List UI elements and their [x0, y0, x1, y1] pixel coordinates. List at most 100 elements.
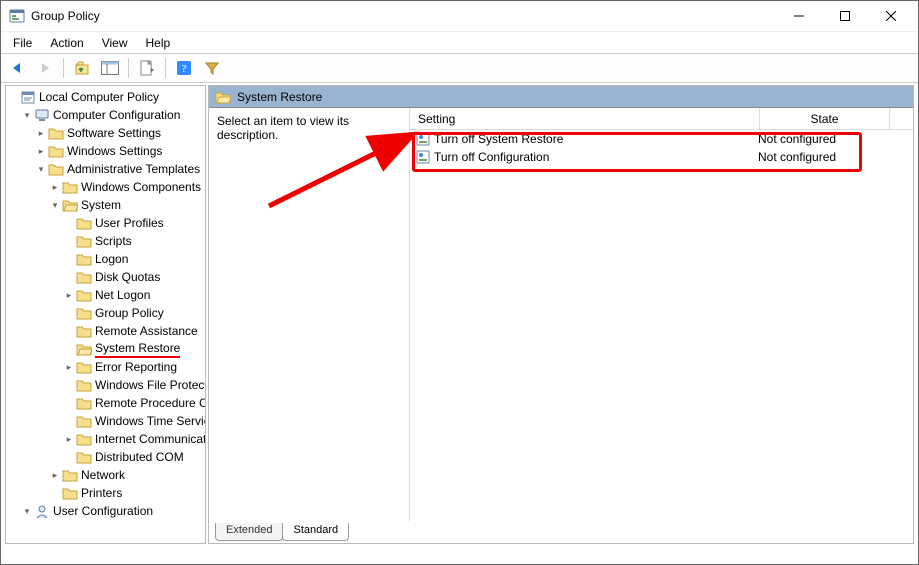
toolbar-separator	[165, 58, 166, 78]
tree-item-computer-configuration[interactable]: ▾ Computer Configuration	[6, 106, 205, 124]
tree-item-system[interactable]: ▾ System	[6, 196, 205, 214]
tree-item-software-settings[interactable]: ▸ Software Settings	[6, 124, 205, 142]
column-header-setting[interactable]: Setting	[410, 108, 760, 129]
tree-label: Windows Time Service	[95, 414, 206, 428]
content-header: System Restore	[209, 86, 913, 108]
tree-label: Windows Settings	[67, 144, 162, 158]
computer-icon	[34, 107, 50, 123]
tree-label: Administrative Templates	[67, 162, 200, 176]
tree-label: User Profiles	[95, 216, 164, 230]
folder-open-icon	[215, 90, 231, 104]
expand-toggle[interactable]: ▸	[62, 362, 76, 373]
settings-list: Setting State Turn off System Restore No…	[409, 108, 913, 521]
user-icon	[34, 503, 50, 519]
folder-icon	[76, 215, 92, 231]
expand-toggle[interactable]: ▾	[34, 164, 48, 175]
expand-toggle[interactable]: ▾	[20, 110, 34, 121]
folder-icon	[48, 161, 64, 177]
tree-item-logon[interactable]: Logon	[6, 250, 205, 268]
folder-icon	[62, 485, 78, 501]
menu-help[interactable]: Help	[138, 34, 179, 52]
svg-text:?: ?	[182, 63, 187, 75]
tree-item-user-configuration[interactable]: ▾ User Configuration	[6, 502, 205, 520]
tree-label: Group Policy	[95, 306, 164, 320]
tree-item-remote-proc[interactable]: Remote Procedure Call	[6, 394, 205, 412]
folder-icon	[76, 233, 92, 249]
up-button[interactable]	[70, 56, 94, 80]
tree-item-admin-templates[interactable]: ▾ Administrative Templates	[6, 160, 205, 178]
policy-root-icon	[20, 89, 36, 105]
folder-icon	[76, 251, 92, 267]
folder-icon	[76, 413, 92, 429]
content-pane: System Restore Select an item to view it…	[208, 85, 914, 544]
tree-label: Network	[81, 468, 125, 482]
list-item[interactable]: Turn off Configuration Not configured	[410, 148, 913, 166]
help-button[interactable]: ?	[172, 56, 196, 80]
tree-label: Windows Components	[81, 180, 201, 194]
description-panel: Select an item to view its description.	[209, 108, 409, 521]
folder-icon	[62, 467, 78, 483]
menu-action[interactable]: Action	[42, 34, 91, 52]
expand-toggle[interactable]: ▸	[48, 470, 62, 481]
minimize-button[interactable]	[776, 1, 822, 31]
tab-standard[interactable]: Standard	[282, 523, 349, 541]
tree-pane[interactable]: Local Computer Policy ▾ Computer Configu…	[5, 85, 206, 544]
tree-label: Net Logon	[95, 288, 150, 302]
tree-label: Printers	[81, 486, 122, 500]
tree-item-remote-assistance[interactable]: Remote Assistance	[6, 322, 205, 340]
folder-icon	[76, 449, 92, 465]
tree-item-windows-time[interactable]: Windows Time Service	[6, 412, 205, 430]
filter-button[interactable]	[200, 56, 224, 80]
menu-file[interactable]: File	[5, 34, 40, 52]
toolbar-separator	[128, 58, 129, 78]
expand-toggle[interactable]: ▸	[62, 290, 76, 301]
tree-item-printers[interactable]: Printers	[6, 484, 205, 502]
tree-label: Internet Communication Management	[95, 432, 206, 446]
tree-item-windows-file[interactable]: Windows File Protection	[6, 376, 205, 394]
expand-toggle[interactable]: ▸	[34, 128, 48, 139]
maximize-button[interactable]	[822, 1, 868, 31]
tree-item-net-logon[interactable]: ▸ Net Logon	[6, 286, 205, 304]
folder-icon	[76, 377, 92, 393]
tree-item-windows-settings[interactable]: ▸ Windows Settings	[6, 142, 205, 160]
folder-icon	[76, 359, 92, 375]
tree-item-group-policy[interactable]: Group Policy	[6, 304, 205, 322]
content-title: System Restore	[237, 90, 322, 104]
folder-icon	[76, 287, 92, 303]
tree-label: Computer Configuration	[53, 108, 180, 122]
tab-extended[interactable]: Extended	[215, 523, 283, 541]
toolbar: ?	[1, 53, 918, 83]
tree-label: System Restore	[95, 341, 180, 358]
tree-root[interactable]: Local Computer Policy	[6, 88, 205, 106]
close-button[interactable]	[868, 1, 914, 31]
expand-toggle[interactable]: ▸	[34, 146, 48, 157]
tree-item-network[interactable]: ▸ Network	[6, 466, 205, 484]
setting-name: Turn off Configuration	[430, 150, 754, 164]
show-hide-tree-button[interactable]	[98, 56, 122, 80]
folder-icon	[48, 125, 64, 141]
folder-icon	[76, 323, 92, 339]
tree-item-distributed-com[interactable]: Distributed COM	[6, 448, 205, 466]
tree-item-user-profiles[interactable]: User Profiles	[6, 214, 205, 232]
expand-toggle[interactable]: ▸	[62, 434, 76, 445]
export-list-button[interactable]	[135, 56, 159, 80]
folder-icon	[76, 305, 92, 321]
list-item[interactable]: Turn off System Restore Not configured	[410, 130, 913, 148]
tree-label: Remote Procedure Call	[95, 396, 206, 410]
policy-setting-icon	[410, 132, 430, 146]
menu-view[interactable]: View	[94, 34, 136, 52]
tree-label: Windows File Protection	[95, 378, 206, 392]
expand-toggle[interactable]: ▸	[48, 182, 62, 193]
tree-label: Software Settings	[67, 126, 161, 140]
tree-item-disk-quotas[interactable]: Disk Quotas	[6, 268, 205, 286]
expand-toggle[interactable]: ▾	[20, 506, 34, 517]
tree-item-system-restore[interactable]: System Restore	[6, 340, 205, 358]
tree-item-internet-comm[interactable]: ▸ Internet Communication Management	[6, 430, 205, 448]
tree-item-scripts[interactable]: Scripts	[6, 232, 205, 250]
column-header-state[interactable]: State	[760, 108, 890, 129]
forward-button[interactable]	[33, 56, 57, 80]
back-button[interactable]	[5, 56, 29, 80]
tree-item-error-reporting[interactable]: ▸ Error Reporting	[6, 358, 205, 376]
expand-toggle[interactable]: ▾	[48, 200, 62, 211]
tree-item-windows-components[interactable]: ▸ Windows Components	[6, 178, 205, 196]
